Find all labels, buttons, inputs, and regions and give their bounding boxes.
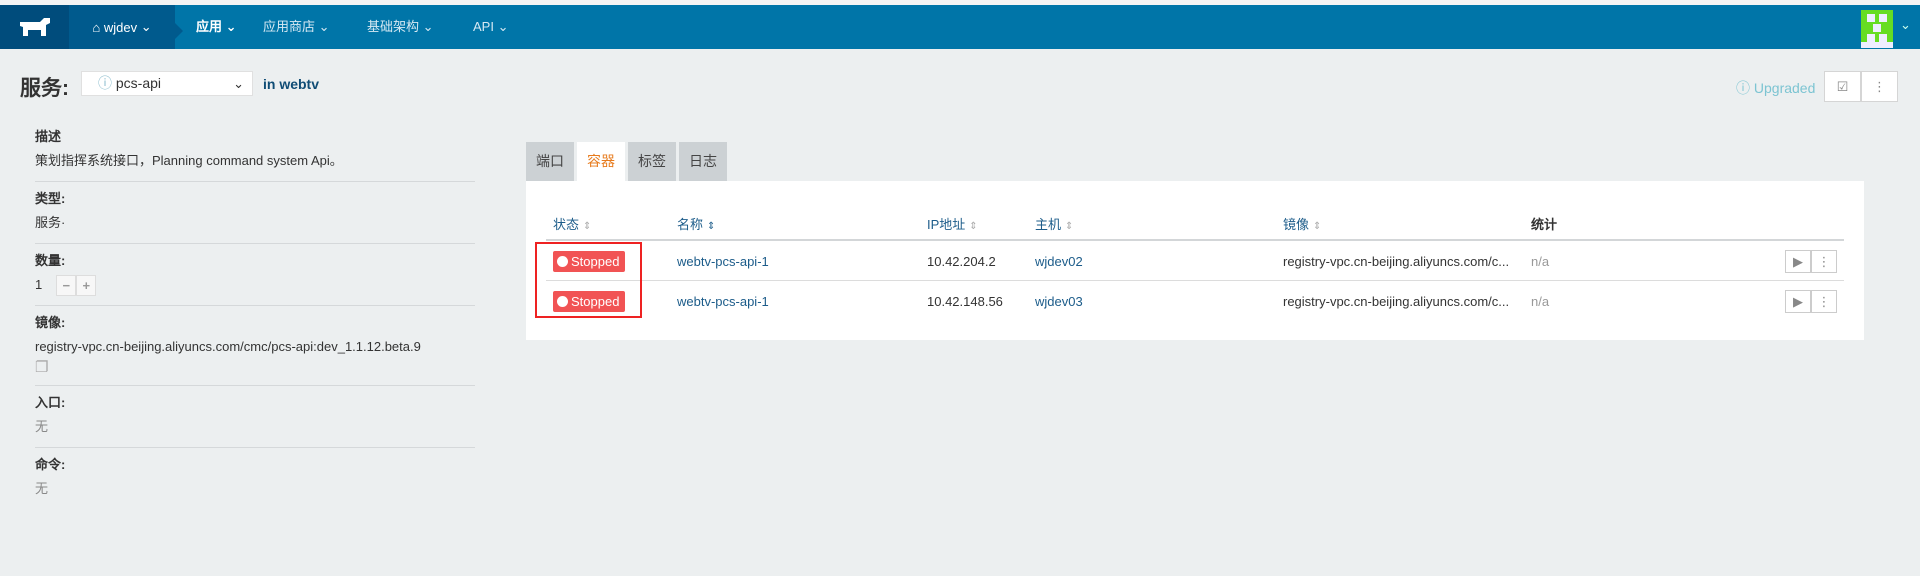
sort-icon: ⇕ — [1313, 221, 1322, 232]
column-header-host[interactable]: 主机 ⇕ — [1035, 214, 1073, 233]
row-menu-button[interactable]: ⋮ — [1811, 290, 1837, 313]
divider — [546, 239, 1844, 241]
sort-icon: ⇕ — [1065, 221, 1074, 232]
rancher-logo[interactable] — [0, 5, 69, 49]
nav-apps[interactable]: 应用 ⌄ — [196, 5, 237, 49]
service-name: pcs-api — [115, 75, 162, 91]
nav-catalog[interactable]: 应用商店 ⌄ — [263, 5, 330, 49]
upgrade-icon: ⓘ — [98, 75, 112, 91]
finish-upgrade-button[interactable]: ☑ — [1824, 71, 1861, 102]
detail-label: 镜像: — [35, 315, 66, 331]
env-name: wjdev — [103, 19, 138, 35]
copy-icon[interactable]: ❐ — [35, 358, 475, 376]
detail-label: 描述 — [35, 129, 62, 144]
type-value: 服务· — [35, 215, 66, 230]
start-button[interactable]: ▶ — [1785, 250, 1811, 273]
user-avatar[interactable] — [1861, 10, 1893, 48]
ip-address: 10.42.148.56 — [927, 294, 1003, 309]
chevron-down-icon: ⌄ — [137, 19, 152, 34]
column-header-ip[interactable]: IP地址 ⇕ — [927, 214, 978, 233]
detail-label: 类型: — [35, 191, 66, 206]
image-value: registry-vpc.cn-beijing.aliyuncs.com/cmc… — [35, 339, 421, 355]
command-value: 无 — [35, 481, 49, 497]
column-header-image[interactable]: 镜像 ⇕ — [1283, 214, 1321, 233]
nav-api[interactable]: API ⌄ — [473, 5, 508, 49]
sort-icon: ⇕ — [969, 221, 978, 232]
row-menu-button[interactable]: ⋮ — [1811, 250, 1837, 273]
stats-value: n/a — [1531, 294, 1550, 309]
scale-stepper[interactable]: − + — [56, 275, 97, 297]
entrypoint-value: 无 — [35, 419, 49, 435]
cow-icon — [19, 18, 50, 36]
plus-button[interactable]: + — [76, 275, 97, 297]
stats-value: n/a — [1531, 254, 1550, 269]
page-title: 服务: — [20, 77, 69, 100]
upgraded-status: ⓘ Upgraded — [1736, 80, 1816, 96]
host-link[interactable]: wjdev02 — [1035, 254, 1083, 269]
column-header-name[interactable]: 名称 ⇕ — [677, 214, 715, 233]
stack-link[interactable]: in webtv — [263, 76, 319, 92]
home-icon: ⌂ — [92, 19, 104, 35]
tab-labels[interactable]: 标签 — [628, 142, 676, 181]
detail-label: 数量: — [35, 253, 66, 268]
tab-ports[interactable]: 端口 — [526, 142, 574, 181]
description-value: 策划指挥系统接口，Planning command system Api。 — [35, 153, 343, 168]
tab-logs[interactable]: 日志 — [679, 142, 727, 181]
service-details: 描述 策划指挥系统接口，Planning command system Api。 … — [35, 120, 475, 509]
host-link[interactable]: wjdev03 — [1035, 294, 1083, 309]
minus-button[interactable]: − — [56, 275, 77, 297]
top-nav: ⌂ wjdev ⌄ 应用 ⌄ 应用商店 ⌄ 基础架构 ⌄ API ⌄ ⌄ — [0, 5, 1920, 49]
chevron-down-icon: ⌄ — [233, 76, 244, 91]
environment-switcher[interactable]: ⌂ wjdev ⌄ — [69, 5, 183, 49]
image-name: registry-vpc.cn-beijing.aliyuncs.com/c..… — [1283, 254, 1510, 269]
detail-label: 命令: — [35, 457, 66, 473]
column-header-stats: 统计 — [1531, 217, 1558, 232]
highlight-box — [535, 242, 642, 318]
tab-containers[interactable]: 容器 — [577, 142, 625, 181]
divider — [546, 280, 1844, 281]
column-header-state[interactable]: 状态 ⇕ — [553, 214, 591, 233]
ip-address: 10.42.204.2 — [927, 254, 996, 269]
container-name-link[interactable]: webtv-pcs-api-1 — [677, 254, 769, 269]
nav-infrastructure[interactable]: 基础架构 ⌄ — [367, 5, 434, 49]
sort-icon: ⇕ — [707, 221, 716, 232]
more-menu-button[interactable]: ⋮ — [1861, 71, 1898, 102]
sort-icon: ⇕ — [583, 221, 592, 232]
start-button[interactable]: ▶ — [1785, 290, 1811, 313]
service-select[interactable]: ⓘ pcs-api ⌄ — [81, 71, 253, 96]
scale-value: 1 — [35, 277, 43, 292]
detail-label: 入口: — [35, 395, 66, 411]
container-name-link[interactable]: webtv-pcs-api-1 — [677, 294, 769, 309]
chevron-down-icon[interactable]: ⌄ — [1900, 17, 1911, 33]
image-name: registry-vpc.cn-beijing.aliyuncs.com/c..… — [1283, 294, 1510, 309]
